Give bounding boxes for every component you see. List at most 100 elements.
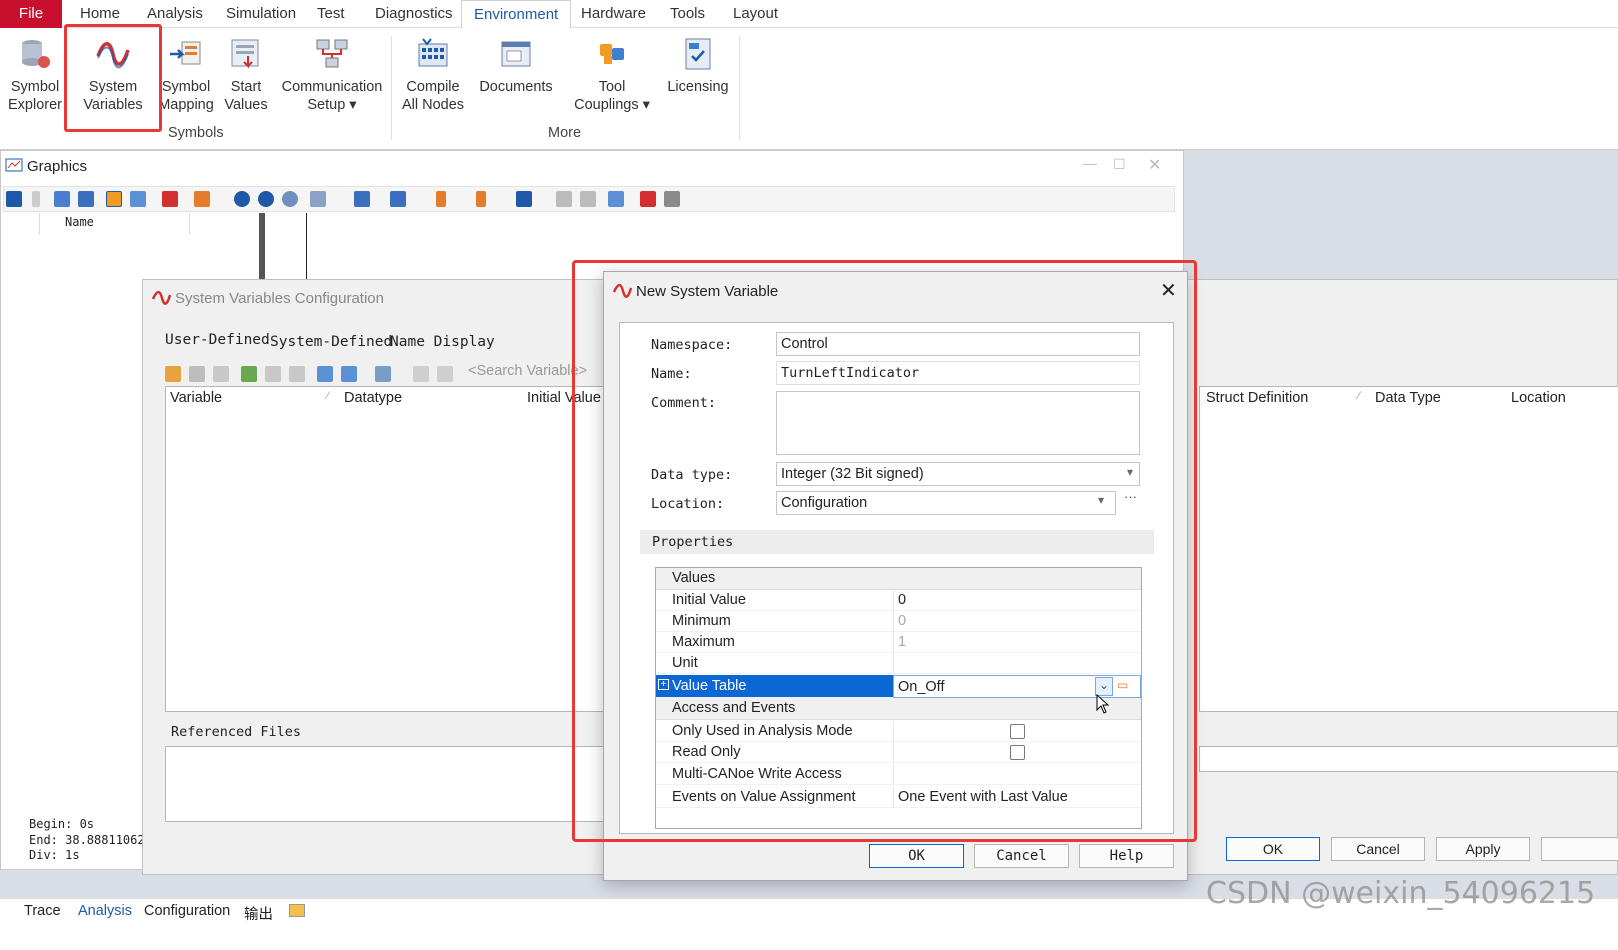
axis-icon[interactable] <box>54 191 70 207</box>
chart-mode-icon[interactable] <box>106 191 122 207</box>
new-namespace-icon[interactable] <box>241 366 257 382</box>
documents-icon <box>498 36 534 72</box>
signal-icon[interactable] <box>162 191 178 207</box>
maximize-icon[interactable]: ☐ <box>1113 156 1126 173</box>
symbol-explorer-label-1: Symbol <box>10 79 60 95</box>
bottom-strip <box>0 922 1618 950</box>
folder-icon[interactable] <box>289 904 305 917</box>
edit-namespace-icon[interactable] <box>265 366 281 382</box>
menu-test[interactable]: Test <box>317 5 345 22</box>
svc-apply-button[interactable]: Apply <box>1436 837 1530 861</box>
symbol-explorer-label-2: Explorer <box>8 97 62 113</box>
tool-couplings-icon <box>594 36 630 72</box>
menu-simulation[interactable]: Simulation <box>226 5 296 22</box>
right-lower-field <box>1199 746 1618 772</box>
menu-layout[interactable]: Layout <box>733 5 778 22</box>
tab-system-defined[interactable]: System-Defined <box>270 334 392 350</box>
cursor-icon[interactable] <box>390 191 406 207</box>
tab-configuration[interactable]: Configuration <box>144 903 230 919</box>
legend-name-header: Name <box>65 215 94 229</box>
search-variable-input[interactable]: <Search Variable> <box>468 363 587 379</box>
compile-all-nodes-button[interactable]: Compile All Nodes <box>400 36 466 114</box>
cursor-icon[interactable] <box>354 191 370 207</box>
pause-icon[interactable] <box>32 191 40 207</box>
referenced-files-label: Referenced Files <box>171 724 302 740</box>
mouse-cursor-icon <box>1096 693 1110 717</box>
measurement-cursor[interactable] <box>306 213 307 279</box>
column-datatype[interactable]: Datatype <box>344 390 402 406</box>
graphics-icon <box>5 157 23 178</box>
new-variable-icon[interactable] <box>165 366 181 382</box>
licensing-button[interactable]: Licensing <box>666 36 730 96</box>
tab-output[interactable]: 输出 <box>244 903 273 924</box>
tab-user-defined[interactable]: User-Defined <box>165 332 270 348</box>
column-data-type[interactable]: Data Type <box>1375 390 1441 406</box>
column-struct-definition[interactable]: Struct Definition <box>1206 390 1308 406</box>
symbol-mapping-button[interactable]: Symbol Mapping <box>158 36 214 114</box>
prev-icon[interactable] <box>436 191 446 207</box>
undo-icon[interactable] <box>556 191 572 207</box>
settings-icon[interactable] <box>664 191 680 207</box>
zoom-in-icon[interactable] <box>258 191 274 207</box>
svc-cancel-button[interactable]: Cancel <box>1331 837 1425 861</box>
tool-couplings-label-2: Couplings ▾ <box>574 97 650 113</box>
copy-icon[interactable] <box>375 366 391 382</box>
licensing-label: Licensing <box>667 79 729 95</box>
file-menu[interactable]: File <box>0 0 62 28</box>
zoom-out-icon[interactable] <box>234 191 250 207</box>
tool-couplings-button[interactable]: Tool Couplings ▾ <box>572 36 652 114</box>
menu-analysis[interactable]: Analysis <box>147 5 203 22</box>
next-icon[interactable] <box>476 191 486 207</box>
column-location[interactable]: Location <box>1511 390 1566 406</box>
export-icon[interactable] <box>341 366 357 382</box>
axis-icon[interactable] <box>78 191 94 207</box>
symbol-mapping-label-2: Mapping <box>158 97 214 113</box>
chart-icon[interactable] <box>130 191 146 207</box>
symbol-explorer-button[interactable]: Symbol Explorer <box>6 36 64 114</box>
column-variable[interactable]: Variable <box>170 390 222 406</box>
window-icon[interactable] <box>516 191 532 207</box>
tab-name-display[interactable]: Name Display <box>390 334 495 350</box>
tab-trace[interactable]: Trace <box>24 903 61 919</box>
import-icon[interactable] <box>317 366 333 382</box>
delete-namespace-icon[interactable] <box>289 366 305 382</box>
documents-button[interactable]: Documents <box>476 36 556 96</box>
end-time: End: 38.888110626 <box>29 832 152 847</box>
svc-help-button[interactable] <box>1541 837 1618 861</box>
ribbon: Symbol Explorer System Variables Symbol … <box>0 28 1618 150</box>
close-icon[interactable]: ✕ <box>1148 155 1161 175</box>
menu-home[interactable]: Home <box>80 5 120 22</box>
menu-diagnostics[interactable]: Diagnostics <box>375 5 453 22</box>
start-values-label-1: Start <box>230 79 262 95</box>
scale-icon[interactable] <box>310 191 326 207</box>
start-values-button[interactable]: Start Values <box>222 36 270 114</box>
zoom-fit-icon[interactable] <box>282 191 298 207</box>
menu-environment[interactable]: Environment <box>461 0 572 29</box>
measure-icon[interactable] <box>194 191 210 207</box>
down-icon[interactable] <box>437 366 453 382</box>
svc-ok-button[interactable]: OK <box>1226 837 1320 861</box>
dialog-highlight <box>572 260 1197 842</box>
communication-setup-button[interactable]: Communication Setup ▾ <box>280 36 384 114</box>
delete-variable-icon[interactable] <box>213 366 229 382</box>
tab-analysis[interactable]: Analysis <box>78 903 132 919</box>
licensing-icon <box>680 36 716 72</box>
dialog-help-button[interactable]: Help <box>1079 844 1174 868</box>
graphics-title: Graphics <box>27 158 88 175</box>
network-icon <box>314 36 350 72</box>
up-icon[interactable] <box>413 366 429 382</box>
start-values-icon <box>228 36 264 72</box>
menu-hardware[interactable]: Hardware <box>581 5 646 22</box>
layout-icon[interactable] <box>6 191 22 207</box>
export-icon[interactable] <box>640 191 656 207</box>
list-icon[interactable] <box>608 191 624 207</box>
redo-icon[interactable] <box>580 191 596 207</box>
symbol-mapping-label-1: Symbol <box>161 79 211 95</box>
edit-variable-icon[interactable] <box>189 366 205 382</box>
dialog-ok-button[interactable]: OK <box>869 844 964 868</box>
minimize-icon[interactable]: — <box>1083 155 1097 171</box>
sort-icon: ⁄ <box>1358 390 1360 402</box>
dialog-cancel-button[interactable]: Cancel <box>974 844 1069 868</box>
menu-tools[interactable]: Tools <box>670 5 705 22</box>
mapping-icon <box>168 36 204 72</box>
